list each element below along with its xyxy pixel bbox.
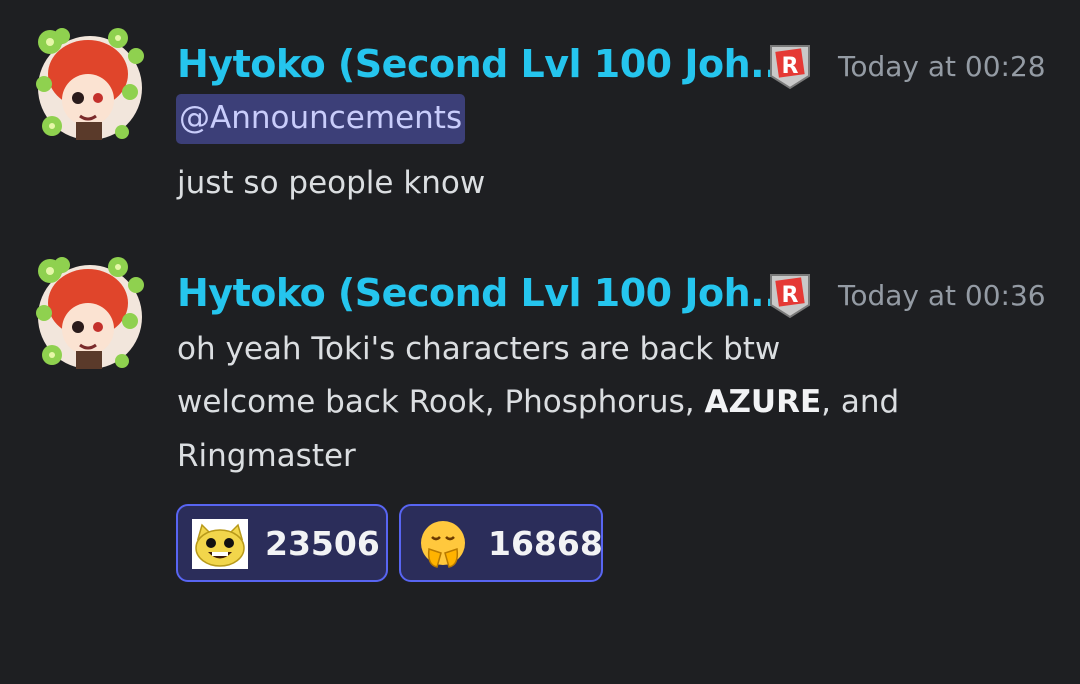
roblox-icon[interactable]: R [767, 271, 813, 319]
message-text: just so people know [177, 165, 486, 201]
user-avatar[interactable] [30, 251, 150, 381]
message-text: oh yeah Toki's characters are back btw [177, 331, 781, 367]
role-mention[interactable]: @Announcements [176, 94, 466, 144]
reaction-button[interactable]: 23506 [176, 504, 388, 582]
svg-text:R: R [782, 283, 799, 308]
message-timestamp[interactable]: Today at 00:36 [838, 279, 1046, 312]
message-timestamp[interactable]: Today at 00:28 [838, 50, 1046, 83]
message-text-segment: welcome back Rook, Phosphorus, [177, 384, 705, 420]
bold-text: AZURE [704, 384, 822, 420]
reaction-count: 16868 [488, 524, 603, 563]
message-text: Ringmaster [177, 438, 356, 474]
reaction-count: 23506 [265, 524, 380, 563]
pleading-hands-emoji [415, 519, 471, 569]
message-text-segment: , and [821, 384, 900, 420]
reaction-button[interactable]: 16868 [399, 504, 603, 582]
author-name[interactable]: Hytoko (Second Lvl 100 Joh... [177, 271, 792, 315]
user-avatar[interactable] [30, 22, 150, 152]
message-text: welcome back Rook, Phosphorus, AZURE, an… [177, 382, 899, 422]
author-name[interactable]: Hytoko (Second Lvl 100 Joh... [177, 42, 792, 86]
grinning-cat-emoji [192, 519, 248, 569]
roblox-icon[interactable]: R [767, 42, 813, 90]
svg-text:R: R [782, 54, 799, 79]
